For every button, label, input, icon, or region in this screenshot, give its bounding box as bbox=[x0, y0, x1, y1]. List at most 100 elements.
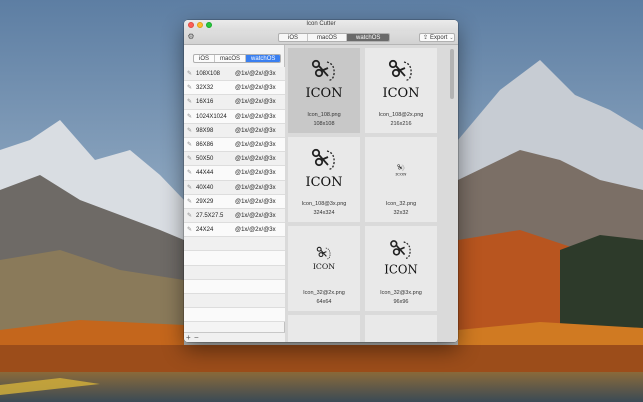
size-list-panel: iOS macOS watchOS ✎ 108X108 @1x/@2x/@3x ✎ 32… bbox=[184, 45, 285, 342]
scissors-icon: ICON bbox=[305, 59, 343, 101]
edit-icon[interactable]: ✎ bbox=[187, 99, 194, 106]
icon-filename: Icon_32@3x.png bbox=[380, 290, 422, 296]
size-list-row[interactable]: ✎ 1024X1024 @1x/@2x/@3x bbox=[184, 109, 285, 124]
grid-scrollbar[interactable] bbox=[450, 46, 454, 340]
size-list-row[interactable]: ✎ 108X108 @1x/@2x/@3x bbox=[184, 67, 285, 82]
platform-tab-watchos[interactable]: watchOS bbox=[347, 34, 390, 41]
size-list-empty-row bbox=[184, 308, 285, 323]
platform-tab-macos[interactable]: macOS bbox=[308, 34, 348, 41]
remove-size-button[interactable]: − bbox=[194, 333, 199, 342]
size-list-row[interactable]: ✎ 40X40 @1x/@2x/@3x bbox=[184, 180, 285, 195]
size-list-row[interactable]: ✎ 16X16 @1x/@2x/@3x bbox=[184, 95, 285, 110]
app-window: Icon Cutter ⚙ iOS macOS watchOS ⇪ Export… bbox=[184, 20, 458, 342]
edit-icon[interactable]: ✎ bbox=[187, 170, 194, 177]
icon-text: ICON bbox=[305, 86, 342, 101]
size-tab-ios[interactable]: iOS bbox=[194, 55, 216, 62]
size-label: 40X40 bbox=[196, 184, 214, 191]
scale-label: @1x/@2x/@3x bbox=[235, 170, 276, 177]
edit-icon[interactable]: ✎ bbox=[187, 114, 194, 121]
scrollbar-thumb[interactable] bbox=[450, 49, 454, 99]
edit-icon[interactable]: ✎ bbox=[187, 128, 194, 135]
icon-tile[interactable]: ICON Icon_108@3x.png 324x324 bbox=[288, 137, 360, 222]
toolbar: ⚙ iOS macOS watchOS ⇪ Export ⌄ bbox=[184, 31, 458, 45]
platform-segmented-control: iOS macOS watchOS bbox=[278, 33, 391, 42]
size-label: 86X86 bbox=[196, 141, 214, 148]
scale-label: @1x/@2x/@3x bbox=[235, 141, 276, 148]
icon-dimensions: 64x64 bbox=[316, 299, 332, 305]
add-size-button[interactable]: + bbox=[186, 333, 191, 342]
edit-icon[interactable]: ✎ bbox=[187, 85, 194, 92]
size-platform-segmented-control: iOS macOS watchOS bbox=[193, 54, 282, 63]
size-list-empty-row bbox=[184, 279, 285, 294]
size-label: 16X16 bbox=[196, 99, 214, 106]
gear-icon[interactable]: ⚙ bbox=[187, 33, 195, 41]
title-bar[interactable]: Icon Cutter bbox=[184, 20, 458, 31]
icon-filename: Icon_108@2x.png bbox=[378, 112, 424, 118]
size-label: 32X32 bbox=[196, 85, 214, 92]
scissors-icon: ICON bbox=[384, 240, 418, 277]
scale-label: @1x/@2x/@3x bbox=[235, 127, 276, 134]
size-list-empty-row bbox=[184, 251, 285, 266]
window-title: Icon Cutter bbox=[306, 21, 336, 27]
export-label: Export bbox=[430, 34, 448, 41]
size-label: 1024X1024 bbox=[196, 113, 227, 120]
edit-icon[interactable]: ✎ bbox=[187, 199, 194, 206]
size-label: 44X44 bbox=[196, 170, 214, 177]
size-label: 50X50 bbox=[196, 156, 214, 163]
size-list-empty-row bbox=[184, 265, 285, 280]
size-list-row[interactable]: ✎ 29X29 @1x/@2x/@3x bbox=[184, 194, 285, 209]
icon-dimensions: 32x32 bbox=[393, 210, 409, 216]
size-list-row[interactable]: ✎ 24X24 @1x/@2x/@3x bbox=[184, 223, 285, 238]
size-list: ✎ 108X108 @1x/@2x/@3x ✎ 32X32 @1x/@2x/@3x ✎ 16X… bbox=[184, 67, 285, 323]
scale-label: @1x/@2x/@3x bbox=[235, 156, 276, 163]
icon-tile[interactable]: ICON Icon_108@2x.png 216x216 bbox=[365, 48, 437, 133]
size-tab-macos[interactable]: macOS bbox=[215, 55, 247, 62]
icon-tile[interactable]: ICON Icon_32@3x.png 96x96 bbox=[365, 226, 437, 311]
icon-tile[interactable]: ICON Icon_108.png 108x108 bbox=[288, 48, 360, 133]
scale-label: @1x/@2x/@3x bbox=[235, 85, 276, 92]
size-label: 24X24 bbox=[196, 227, 214, 234]
icon-tile[interactable]: ICON Icon_32.png 32x32 bbox=[365, 137, 437, 222]
platform-tab-ios[interactable]: iOS bbox=[279, 34, 309, 41]
chevron-down-icon: ⌄ bbox=[449, 34, 454, 41]
edit-icon[interactable]: ✎ bbox=[187, 213, 194, 220]
size-list-row[interactable]: ✎ 50X50 @1x/@2x/@3x bbox=[184, 152, 285, 167]
scale-label: @1x/@2x/@3x bbox=[235, 113, 276, 120]
size-list-row[interactable]: ✎ 32X32 @1x/@2x/@3x bbox=[184, 81, 285, 96]
size-list-row[interactable]: ✎ 27.5X27.5 @1x/@2x/@3x bbox=[184, 208, 285, 224]
size-list-empty-row bbox=[184, 237, 285, 252]
size-list-row[interactable]: ✎ 98X98 @1x/@2x/@3x bbox=[184, 123, 285, 138]
icon-dimensions: 324x324 bbox=[313, 210, 335, 216]
scale-label: @1x/@2x/@3x bbox=[235, 71, 276, 77]
scissors-icon: ICON bbox=[395, 164, 407, 177]
size-label: 98X98 bbox=[196, 127, 214, 134]
icon-dimensions: 96x96 bbox=[393, 299, 409, 305]
size-list-empty-row bbox=[184, 294, 285, 309]
edit-icon[interactable]: ✎ bbox=[187, 227, 194, 234]
icon-filename: Icon_108@3x.png bbox=[301, 201, 347, 207]
edit-icon[interactable]: ✎ bbox=[187, 71, 194, 78]
list-footer: + − bbox=[184, 332, 285, 342]
edit-icon[interactable]: ✎ bbox=[187, 142, 194, 149]
icon-filename: Icon_32.png bbox=[385, 201, 417, 207]
icon-text: ICON bbox=[305, 175, 342, 190]
scale-label: @1x/@2x/@3x bbox=[235, 212, 276, 219]
icon-tile-placeholder bbox=[288, 315, 360, 342]
icon-grid: ICON Icon_108.png 108x108 ICON Icon_108@2x.p… bbox=[285, 45, 458, 342]
export-button[interactable]: ⇪ Export ⌄ bbox=[419, 33, 455, 42]
size-list-row[interactable]: ✎ 86X86 @1x/@2x/@3x bbox=[184, 137, 285, 153]
size-tab-watchos[interactable]: watchOS bbox=[246, 55, 281, 62]
size-list-row[interactable]: ✎ 44X44 @1x/@2x/@3x bbox=[184, 166, 285, 181]
icon-text: ICON bbox=[395, 172, 407, 177]
scale-label: @1x/@2x/@3x bbox=[235, 99, 276, 106]
scissors-icon: ICON bbox=[382, 59, 420, 101]
icon-text: ICON bbox=[384, 263, 417, 277]
edit-icon[interactable]: ✎ bbox=[187, 156, 194, 163]
icon-tile[interactable]: ICON Icon_32@2x.png 64x64 bbox=[288, 226, 360, 311]
icon-dimensions: 108x108 bbox=[313, 121, 335, 127]
edit-icon[interactable]: ✎ bbox=[187, 185, 194, 192]
scale-label: @1x/@2x/@3x bbox=[235, 227, 276, 234]
scissors-icon: ICON bbox=[305, 148, 343, 190]
icon-tile-placeholder bbox=[365, 315, 437, 342]
share-icon: ⇪ bbox=[423, 34, 429, 41]
